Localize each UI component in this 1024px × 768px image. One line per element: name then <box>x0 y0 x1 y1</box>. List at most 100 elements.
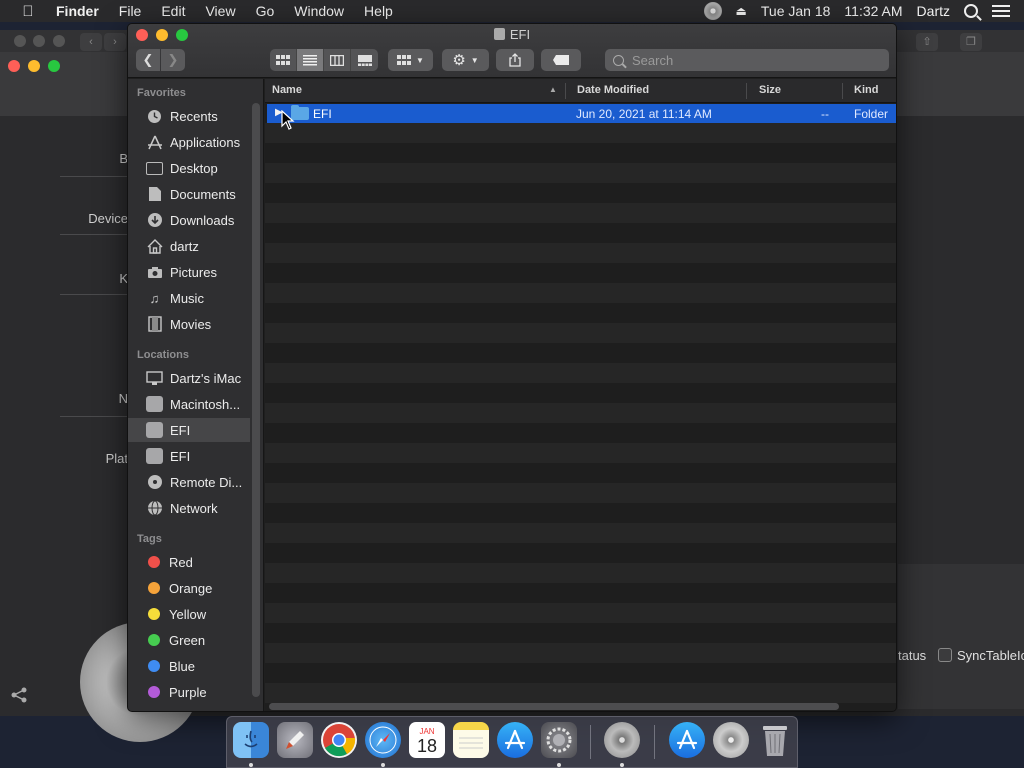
background-maximize-button[interactable] <box>48 60 60 72</box>
row-stripe <box>265 243 896 263</box>
column-header-size[interactable]: Size <box>759 84 781 96</box>
optical-drive-icon[interactable] <box>713 722 749 758</box>
grid-icon <box>397 54 412 65</box>
film-icon <box>146 316 163 333</box>
clock-icon <box>146 108 163 125</box>
spotlight-icon[interactable] <box>964 4 978 18</box>
icon-view-icon[interactable] <box>270 49 297 71</box>
sidebar-item-label: Recents <box>170 108 218 124</box>
gallery-view-icon[interactable] <box>351 49 378 71</box>
background-close-button[interactable] <box>8 60 20 72</box>
column-divider[interactable] <box>565 83 566 99</box>
app-store-icon[interactable] <box>497 722 533 758</box>
menu-go[interactable]: Go <box>256 3 275 19</box>
sidebar-tag-orange[interactable]: Orange <box>128 576 250 600</box>
sidebar-item-applications[interactable]: Applications <box>128 130 250 154</box>
sidebar-item-macintosh-hd[interactable]: Macintosh... <box>128 392 250 416</box>
sidebar-item-recents[interactable]: Recents <box>128 104 250 128</box>
action-button[interactable]: ⚙ ▼ <box>442 49 489 71</box>
share-button[interactable] <box>496 49 534 71</box>
notes-icon[interactable] <box>453 722 489 758</box>
tag-color-dot-icon <box>148 634 160 646</box>
sidebar-item-home[interactable]: dartz <box>128 234 250 258</box>
row-stripe <box>265 483 896 503</box>
eject-icon[interactable]: ⏏ <box>736 4 747 18</box>
sidebar-item-label: dartz <box>170 238 199 254</box>
column-header-name[interactable]: Name <box>272 84 302 96</box>
sidebar-item-efi[interactable]: EFI <box>128 444 250 468</box>
sidebar-tag-green[interactable]: Green <box>128 628 250 652</box>
sidebar-tag-red[interactable]: Red <box>128 550 250 574</box>
sidebar-item-movies[interactable]: Movies <box>128 312 250 336</box>
background-minimize-control <box>33 35 45 47</box>
menu-time[interactable]: 11:32 AM <box>844 3 902 19</box>
menu-window[interactable]: Window <box>294 3 344 19</box>
apple-icon[interactable]:  <box>0 3 56 20</box>
sidebar-item-network[interactable]: Network <box>128 496 250 520</box>
mouse-cursor-icon <box>281 110 295 130</box>
share-icon[interactable] <box>10 686 28 704</box>
column-header-kind[interactable]: Kind <box>854 84 878 96</box>
system-preferences-icon[interactable] <box>541 722 577 758</box>
menu-edit[interactable]: Edit <box>161 3 185 19</box>
globe-icon <box>146 500 163 517</box>
column-divider[interactable] <box>842 83 843 99</box>
sidebar-item-pictures[interactable]: Pictures <box>128 260 250 284</box>
applications-icon <box>146 134 163 151</box>
list-view-icon[interactable] <box>297 49 324 71</box>
disc-icon[interactable] <box>703 2 722 20</box>
back-button[interactable]: ❮ <box>136 49 160 71</box>
group-by-button[interactable]: ▼ <box>388 49 433 71</box>
launchpad-icon[interactable] <box>277 722 313 758</box>
desktop-icon <box>146 161 163 175</box>
background-minimize-button[interactable] <box>28 60 40 72</box>
column-header-date-modified[interactable]: Date Modified <box>577 84 649 96</box>
background-checkbox[interactable] <box>938 648 952 662</box>
sidebar-item-remote-disc[interactable]: Remote Di... <box>128 470 250 494</box>
running-indicator <box>557 763 561 767</box>
control-center-icon[interactable] <box>992 5 1010 17</box>
sidebar-item-documents[interactable]: Documents <box>128 182 250 206</box>
sidebar-tag-purple[interactable]: Purple <box>128 680 250 704</box>
background-label: B <box>119 151 128 166</box>
sidebar-item-music[interactable]: ♫ Music <box>128 286 250 310</box>
sidebar-tag-blue[interactable]: Blue <box>128 654 250 678</box>
sidebar-item-label: Applications <box>170 134 241 150</box>
app-store-downloads-icon[interactable] <box>669 722 705 758</box>
horizontal-scrollbar[interactable] <box>269 703 839 710</box>
gear-icon: ⚙ <box>452 52 466 69</box>
sidebar-item-desktop[interactable]: Desktop <box>128 156 250 180</box>
tag-color-dot-icon <box>148 556 160 568</box>
column-view-icon[interactable] <box>324 49 351 71</box>
search-field[interactable]: Search <box>605 49 889 71</box>
sidebar-item-label: Movies <box>170 316 212 332</box>
table-row[interactable]: ▶ EFI Jun 20, 2021 at 11:14 AM -- Folder <box>267 104 896 123</box>
sidebar-scrollbar[interactable] <box>252 103 260 697</box>
chevron-down-icon: ▼ <box>416 55 424 65</box>
menu-file[interactable]: File <box>119 3 142 19</box>
sidebar-item-imac[interactable]: Dartz's iMac <box>128 366 250 390</box>
menu-date[interactable]: Tue Jan 18 <box>761 3 831 19</box>
menu-view[interactable]: View <box>205 3 235 19</box>
sidebar-item-efi-selected[interactable]: EFI <box>128 418 250 442</box>
safari-icon[interactable] <box>365 722 401 758</box>
trash-icon[interactable] <box>757 722 793 758</box>
menu-user[interactable]: Dartz <box>917 3 950 19</box>
background-label: K <box>119 271 128 286</box>
menu-app-finder[interactable]: Finder <box>56 3 99 19</box>
chrome-icon[interactable] <box>321 722 357 758</box>
finder-icon[interactable] <box>233 722 269 758</box>
sidebar-tag-yellow[interactable]: Yellow <box>128 602 250 626</box>
tags-button[interactable] <box>541 49 581 71</box>
sidebar-item-downloads[interactable]: Downloads <box>128 208 250 232</box>
calendar-icon[interactable]: JAN 18 <box>409 722 445 758</box>
row-stripe <box>265 523 896 543</box>
sort-ascending-icon[interactable]: ▲ <box>549 85 557 94</box>
background-window-icon: ❐ <box>960 33 982 51</box>
column-divider[interactable] <box>746 83 747 99</box>
calendar-month: JAN <box>419 726 435 736</box>
disk-utility-icon[interactable] <box>604 722 640 758</box>
sidebar-item-label: Downloads <box>170 212 235 228</box>
forward-button[interactable]: ❯ <box>161 49 185 71</box>
menu-help[interactable]: Help <box>364 3 393 19</box>
